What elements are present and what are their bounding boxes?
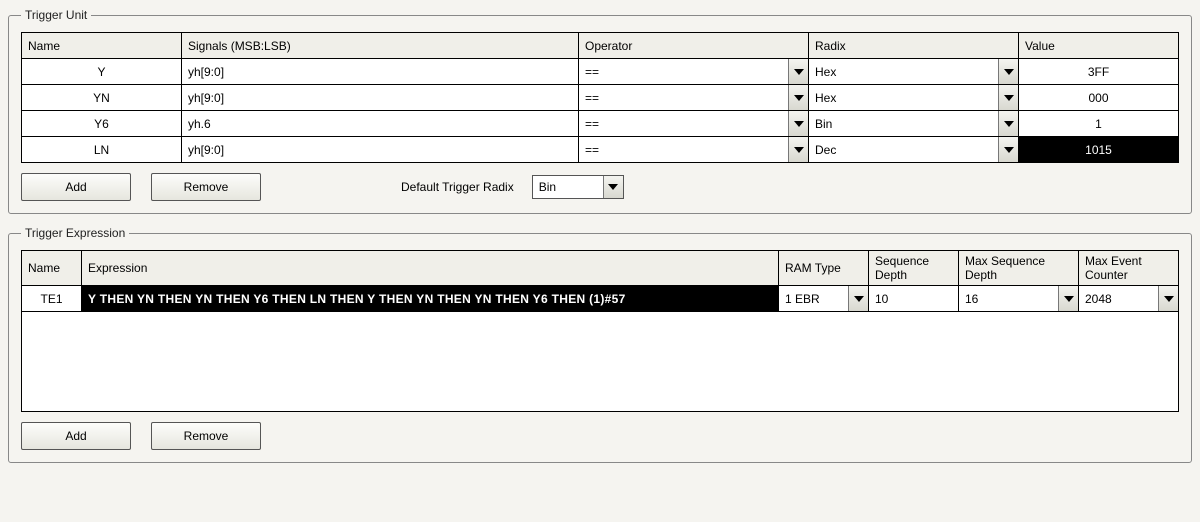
trigger-expression-buttons: Add Remove	[21, 422, 1179, 450]
radix-value: Bin	[809, 117, 998, 131]
cell-radix[interactable]: Hex	[809, 85, 1019, 111]
col-name: Name	[22, 33, 182, 59]
default-radix-value: Bin	[533, 176, 603, 198]
chevron-down-icon[interactable]	[603, 176, 623, 198]
cell-signals[interactable]: yh.6	[182, 111, 579, 137]
cell-name[interactable]: Y	[22, 59, 182, 85]
cell-expression[interactable]: Y THEN YN THEN YN THEN Y6 THEN LN THEN Y…	[82, 286, 779, 312]
cell-operator[interactable]: ==	[579, 111, 809, 137]
table-row[interactable]: LN yh[9:0] == Dec 1015	[22, 137, 1179, 163]
table-row[interactable]: TE1 Y THEN YN THEN YN THEN Y6 THEN LN TH…	[22, 286, 1179, 312]
chevron-down-icon[interactable]	[848, 286, 868, 311]
col-name: Name	[22, 251, 82, 286]
cell-value[interactable]: 000	[1019, 85, 1179, 111]
trigger-expression-group: Trigger Expression Name Expression RAM T…	[8, 226, 1192, 463]
col-max-seq-depth: Max Sequence Depth	[959, 251, 1079, 286]
trigger-expression-empty-area	[21, 312, 1179, 412]
operator-value: ==	[579, 65, 788, 79]
max-seq-depth-value: 16	[959, 292, 1058, 306]
cell-ram-type[interactable]: 1 EBR	[779, 286, 869, 312]
cell-max-seq-depth[interactable]: 16	[959, 286, 1079, 312]
default-radix-group: Default Trigger Radix Bin	[401, 175, 624, 199]
operator-value: ==	[579, 91, 788, 105]
col-signals: Signals (MSB:LSB)	[182, 33, 579, 59]
trigger-unit-buttons: Add Remove Default Trigger Radix Bin	[21, 173, 1179, 201]
default-radix-select[interactable]: Bin	[532, 175, 624, 199]
chevron-down-icon[interactable]	[998, 59, 1018, 84]
cell-radix[interactable]: Hex	[809, 59, 1019, 85]
cell-value[interactable]: 3FF	[1019, 59, 1179, 85]
trigger-expression-header-row: Name Expression RAM Type Sequence Depth …	[22, 251, 1179, 286]
add-button[interactable]: Add	[21, 422, 131, 450]
chevron-down-icon[interactable]	[788, 85, 808, 110]
chevron-down-icon[interactable]	[998, 111, 1018, 136]
cell-name[interactable]: YN	[22, 85, 182, 111]
chevron-down-icon[interactable]	[1158, 286, 1178, 311]
operator-value: ==	[579, 143, 788, 157]
cell-radix[interactable]: Bin	[809, 111, 1019, 137]
cell-signals[interactable]: yh[9:0]	[182, 137, 579, 163]
col-seq-depth: Sequence Depth	[869, 251, 959, 286]
cell-value[interactable]: 1015	[1019, 137, 1179, 163]
radix-value: Hex	[809, 65, 998, 79]
add-button[interactable]: Add	[21, 173, 131, 201]
cell-operator[interactable]: ==	[579, 137, 809, 163]
remove-button[interactable]: Remove	[151, 422, 261, 450]
trigger-expression-legend: Trigger Expression	[21, 226, 129, 240]
cell-seq-depth[interactable]: 10	[869, 286, 959, 312]
table-row[interactable]: Y6 yh.6 == Bin 1	[22, 111, 1179, 137]
trigger-expression-table: Name Expression RAM Type Sequence Depth …	[21, 250, 1179, 312]
cell-signals[interactable]: yh[9:0]	[182, 85, 579, 111]
cell-name[interactable]: TE1	[22, 286, 82, 312]
radix-value: Hex	[809, 91, 998, 105]
cell-operator[interactable]: ==	[579, 85, 809, 111]
col-operator: Operator	[579, 33, 809, 59]
chevron-down-icon[interactable]	[998, 137, 1018, 162]
trigger-unit-table: Name Signals (MSB:LSB) Operator Radix Va…	[21, 32, 1179, 163]
cell-name[interactable]: Y6	[22, 111, 182, 137]
radix-value: Dec	[809, 143, 998, 157]
max-event-counter-value: 2048	[1079, 292, 1158, 306]
cell-name[interactable]: LN	[22, 137, 182, 163]
col-expression: Expression	[82, 251, 779, 286]
cell-max-event-counter[interactable]: 2048	[1079, 286, 1179, 312]
chevron-down-icon[interactable]	[788, 59, 808, 84]
cell-value[interactable]: 1	[1019, 111, 1179, 137]
col-radix: Radix	[809, 33, 1019, 59]
cell-signals[interactable]: yh[9:0]	[182, 59, 579, 85]
trigger-unit-group: Trigger Unit Name Signals (MSB:LSB) Oper…	[8, 8, 1192, 214]
trigger-unit-legend: Trigger Unit	[21, 8, 91, 22]
cell-radix[interactable]: Dec	[809, 137, 1019, 163]
col-max-event-ctr: Max Event Counter	[1079, 251, 1179, 286]
table-row[interactable]: Y yh[9:0] == Hex 3FF	[22, 59, 1179, 85]
default-radix-label: Default Trigger Radix	[401, 180, 514, 194]
remove-button[interactable]: Remove	[151, 173, 261, 201]
col-value: Value	[1019, 33, 1179, 59]
chevron-down-icon[interactable]	[788, 111, 808, 136]
table-row[interactable]: YN yh[9:0] == Hex 000	[22, 85, 1179, 111]
cell-operator[interactable]: ==	[579, 59, 809, 85]
chevron-down-icon[interactable]	[1058, 286, 1078, 311]
trigger-unit-header-row: Name Signals (MSB:LSB) Operator Radix Va…	[22, 33, 1179, 59]
chevron-down-icon[interactable]	[998, 85, 1018, 110]
col-ram-type: RAM Type	[779, 251, 869, 286]
ram-type-value: 1 EBR	[779, 292, 848, 306]
operator-value: ==	[579, 117, 788, 131]
chevron-down-icon[interactable]	[788, 137, 808, 162]
